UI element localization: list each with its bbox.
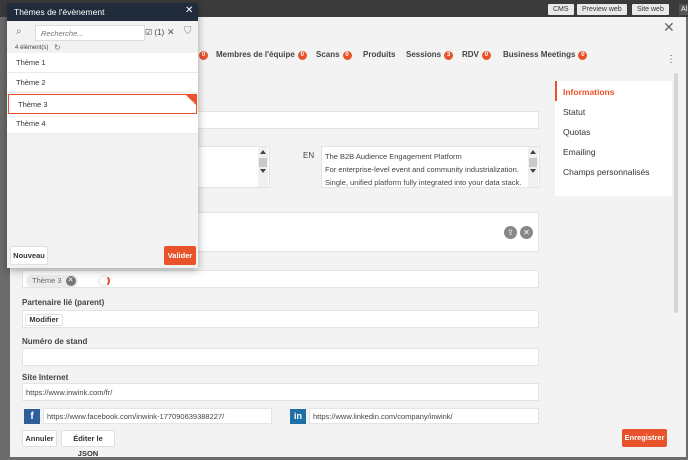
parent-label: Partenaire lié (parent) (22, 298, 105, 307)
upload-icon[interactable]: ⇪ (504, 226, 517, 239)
popup-header: Thèmes de l'évènement ✕ (7, 3, 198, 21)
linkedin-icon: in (290, 409, 306, 424)
lang-label-en: EN (303, 151, 315, 160)
checkmark-icon: ✓ (189, 101, 195, 107)
tab-team-members[interactable]: Membres de l'équipe 0 (216, 50, 307, 60)
list-item-theme-1[interactable]: Thème 1 (7, 53, 198, 73)
nav-item-quotas[interactable]: Quotas (563, 127, 590, 137)
search-input[interactable] (36, 26, 144, 40)
list-item-theme-2[interactable]: Thème 2 (7, 73, 198, 93)
section-nav: Informations Statut Quotas Emailing Cham… (555, 81, 672, 196)
save-button[interactable]: Enregistrer (622, 429, 667, 447)
element-count: 4 élément(s) (15, 45, 49, 51)
list-item-theme-3[interactable]: Thème 3 ✓ (8, 94, 197, 114)
cancel-button[interactable]: Annuler (22, 430, 57, 447)
search-box (35, 25, 145, 41)
theme-chip: Thème 3 ✕ (26, 275, 78, 287)
tab-business-meetings[interactable]: Business Meetings 0 (503, 50, 588, 60)
description-line: The B2B Audience Engagement Platform (325, 152, 462, 161)
nav-item-custom-fields[interactable]: Champs personnalisés (563, 167, 649, 177)
facebook-icon: f (24, 409, 40, 424)
nav-item-informations[interactable]: Informations (563, 87, 614, 97)
tab-scans[interactable]: Scans 0 (316, 50, 352, 60)
website-label: Site Internet (22, 373, 69, 382)
tab-products[interactable]: Produits (363, 50, 395, 59)
linkedin-input[interactable]: https://www.linkedin.com/company/inwink/ (309, 408, 539, 424)
selected-filter-toggle[interactable]: ☑ (1) (145, 28, 164, 37)
parent-field (22, 310, 539, 328)
new-theme-button[interactable]: Nouveau (10, 246, 48, 265)
website-input[interactable]: https://www.inwink.com/fr/ (22, 383, 539, 401)
facebook-input[interactable]: https://www.facebook.com/inwink-17709063… (43, 408, 272, 424)
chip-remove-icon[interactable]: ✕ (65, 276, 76, 286)
validate-button[interactable]: Valider (164, 246, 196, 265)
modify-parent-button[interactable]: Modifier (25, 314, 63, 326)
vertical-scrollbar[interactable] (674, 73, 678, 313)
preview-web-button[interactable]: Preview web (577, 4, 627, 15)
stand-label: Numéro de stand (22, 337, 88, 346)
list-item-theme-4[interactable]: Thème 4 (7, 114, 198, 134)
tab-sessions[interactable]: Sessions 3 (406, 50, 454, 60)
active-indicator (555, 81, 557, 101)
search-icon: ⌕ (16, 26, 22, 37)
close-icon[interactable]: ✕ (185, 6, 193, 16)
clear-selection-icon[interactable]: ✕ (167, 27, 175, 38)
tab-rdv[interactable]: RDV 0 (462, 50, 491, 60)
refresh-icon[interactable]: ↻ (54, 43, 61, 52)
remove-icon[interactable]: ✕ (520, 226, 533, 239)
stand-number-input[interactable] (22, 348, 539, 366)
description-en-textarea[interactable]: The B2B Audience Engagement Platform For… (321, 146, 540, 188)
loading-spinner-icon (98, 275, 110, 287)
nav-item-statut[interactable]: Statut (563, 107, 585, 117)
ai-button[interactable]: Al (679, 4, 688, 15)
nav-item-emailing[interactable]: Emailing (563, 147, 596, 157)
tab-badge: 3 (444, 51, 454, 60)
themes-picker-popup: Thèmes de l'évènement ✕ ⌕ ☑ (1) ✕ ⛉ 4 él… (7, 3, 198, 268)
edit-json-button[interactable]: Éditer le JSON (61, 430, 115, 458)
textarea-scrollbar[interactable] (528, 147, 538, 187)
checkbox-icon: ☑ (145, 28, 153, 37)
description-line: For enterprise-level event and community… (325, 165, 519, 174)
close-icon[interactable]: ✕ (663, 20, 675, 34)
textarea-scrollbar[interactable] (258, 147, 268, 187)
cms-button[interactable]: CMS (548, 4, 574, 15)
tab-badge: 0 (481, 51, 491, 60)
site-web-button[interactable]: Site web (632, 4, 669, 15)
tab-badge: 0 (342, 51, 352, 60)
tab-badge: 0 (578, 51, 588, 60)
tab-badge: 0 (297, 51, 307, 60)
popup-title: Thèmes de l'évènement (14, 7, 105, 17)
more-options-icon[interactable]: ⋮ (666, 54, 676, 65)
filter-icon[interactable]: ⛉ (184, 26, 192, 37)
description-line: Single, unified platform fully integrate… (325, 178, 522, 187)
